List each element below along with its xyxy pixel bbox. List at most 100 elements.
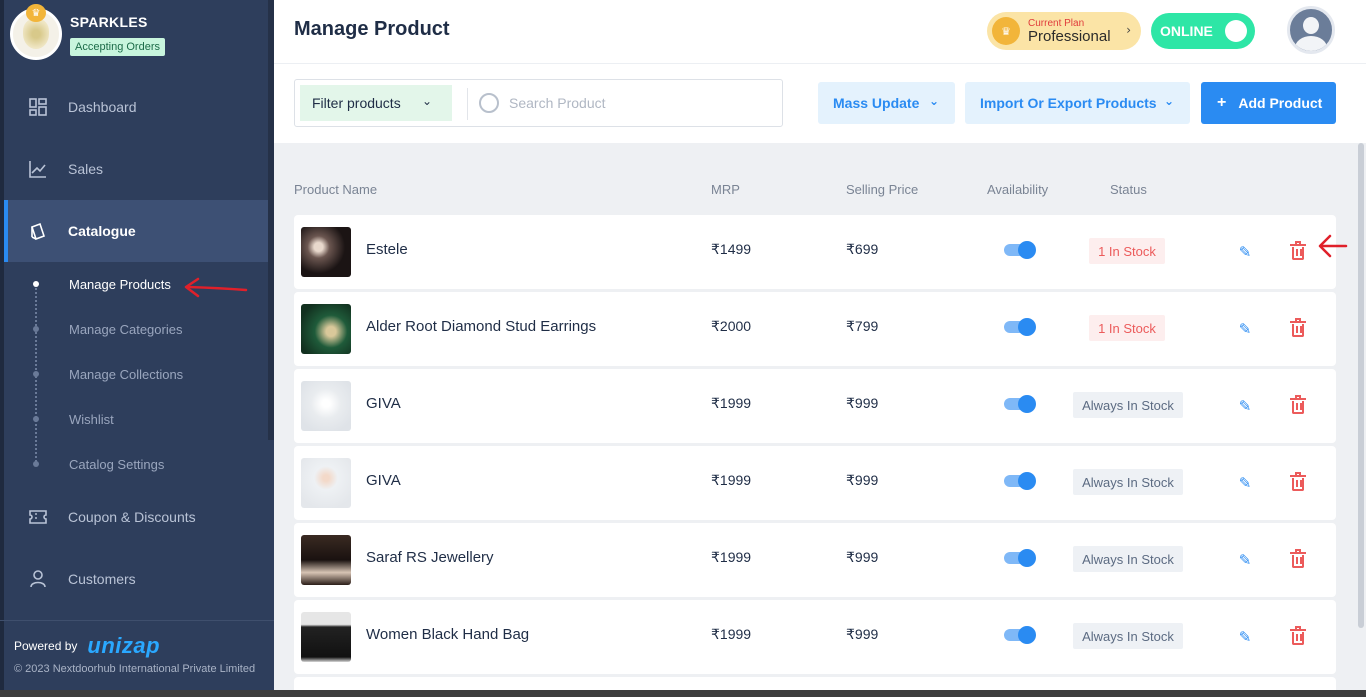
subnav-catalog-settings[interactable]: Catalog Settings — [69, 454, 164, 474]
subnav-wishlist[interactable]: Wishlist — [69, 409, 114, 429]
copyright-text: © 2023 Nextdoorhub International Private… — [14, 663, 256, 675]
chevron-down-icon: ⌄ — [928, 94, 939, 108]
table-row[interactable]: Saraf RS Jewellery ₹1999 ₹999 Always In … — [294, 523, 1336, 597]
trash-icon[interactable] — [1290, 549, 1306, 569]
subnav-dot — [33, 326, 39, 332]
product-thumbnail[interactable] — [301, 458, 351, 508]
subnav-dot — [33, 371, 39, 377]
sidebar-item-customers[interactable]: Customers — [4, 548, 268, 610]
table-row[interactable]: GIVA ₹1999 ₹999 Always In Stock ✎ — [294, 369, 1336, 443]
sidebar-item-dashboard[interactable]: Dashboard — [4, 76, 268, 138]
table-row[interactable]: GIVA ₹1999 ₹999 Always In Stock ✎ — [294, 446, 1336, 520]
product-thumbnail[interactable] — [301, 227, 351, 277]
import-export-button[interactable]: Import Or Export Products ⌄ — [965, 82, 1190, 124]
product-name[interactable]: Women Black Hand Bag — [366, 626, 529, 643]
edit-icon[interactable]: ✎ — [1235, 473, 1255, 493]
divider — [467, 88, 468, 120]
column-status: Status — [1110, 182, 1147, 197]
edit-icon[interactable]: ✎ — [1235, 319, 1255, 339]
product-thumbnail[interactable] — [301, 304, 351, 354]
powered-by-label: Powered by — [14, 639, 78, 653]
edit-icon[interactable]: ✎ — [1235, 242, 1255, 262]
product-thumbnail[interactable] — [301, 535, 351, 585]
mass-update-button[interactable]: Mass Update ⌄ — [818, 82, 955, 124]
import-export-label: Import Or Export Products — [980, 95, 1157, 111]
status-badge: 1 In Stock — [1089, 315, 1165, 341]
sidebar-item-coupons[interactable]: Coupon & Discounts — [4, 486, 268, 548]
sidebar: ♛ SPARKLES Accepting Orders Dashboard Sa… — [0, 0, 274, 697]
product-name[interactable]: Estele — [366, 241, 408, 258]
availability-toggle[interactable] — [1004, 395, 1036, 413]
avatar[interactable] — [1287, 6, 1335, 54]
product-mrp: ₹1999 — [711, 395, 752, 411]
table-row[interactable]: Alder Root Diamond Stud Earrings ₹2000 ₹… — [294, 292, 1336, 366]
mass-update-label: Mass Update — [833, 95, 920, 111]
edit-icon[interactable]: ✎ — [1235, 627, 1255, 647]
subnav-dot — [33, 461, 39, 467]
product-name[interactable]: Saraf RS Jewellery — [366, 549, 494, 566]
availability-toggle[interactable] — [1004, 472, 1036, 490]
product-name[interactable]: GIVA — [366, 472, 401, 489]
product-mrp: ₹1999 — [711, 472, 752, 488]
product-name[interactable]: Alder Root Diamond Stud Earrings — [366, 318, 596, 335]
status-badge: Always In Stock — [1073, 546, 1183, 572]
product-mrp: ₹1999 — [711, 626, 752, 642]
edit-icon[interactable]: ✎ — [1235, 550, 1255, 570]
table-row[interactable]: Women Black Hand Bag ₹1999 ₹999 Always I… — [294, 600, 1336, 674]
sidebar-item-label: Dashboard — [68, 99, 137, 115]
edit-icon[interactable]: ✎ — [1235, 396, 1255, 416]
add-product-button[interactable]: + Add Product — [1201, 82, 1336, 124]
product-selling-price: ₹999 — [846, 395, 879, 411]
scrollbar-thumb[interactable] — [1358, 143, 1364, 628]
sidebar-item-sales[interactable]: Sales — [4, 138, 268, 200]
catalogue-icon — [28, 221, 48, 241]
product-name[interactable]: GIVA — [366, 395, 401, 412]
trash-icon[interactable] — [1290, 395, 1306, 415]
column-product-name: Product Name — [294, 182, 378, 197]
subnav-manage-products[interactable]: Manage Products — [69, 274, 171, 294]
filter-label: Filter products — [312, 95, 401, 111]
avatar-head — [1303, 17, 1319, 34]
add-product-label: Add Product — [1238, 95, 1323, 111]
subnav-manage-categories[interactable]: Manage Categories — [69, 319, 182, 339]
chevron-down-icon: ⌄ — [1163, 94, 1174, 108]
availability-toggle[interactable] — [1004, 549, 1036, 567]
product-thumbnail[interactable] — [301, 381, 351, 431]
plus-icon: + — [1217, 94, 1227, 111]
status-badge: Always In Stock — [1073, 623, 1183, 649]
current-plan-button[interactable]: ♛ Current Plan Professional › — [987, 12, 1141, 50]
availability-toggle[interactable] — [1004, 318, 1036, 336]
availability-toggle[interactable] — [1004, 626, 1036, 644]
toggle-knob — [1018, 472, 1036, 490]
product-selling-price: ₹799 — [846, 318, 879, 334]
sidebar-item-label: Sales — [68, 161, 104, 177]
search-bar: Filter products ⌄ — [294, 79, 783, 127]
sidebar-item-label: Coupon & Discounts — [68, 509, 196, 525]
filter-products-dropdown[interactable]: Filter products ⌄ — [300, 85, 452, 121]
trash-icon[interactable] — [1290, 472, 1306, 492]
sidebar-item-catalogue[interactable]: Catalogue — [4, 200, 268, 262]
toggle-knob — [1225, 20, 1247, 42]
trash-icon[interactable] — [1290, 626, 1306, 646]
availability-toggle[interactable] — [1004, 241, 1036, 259]
main-scrollbar[interactable] — [1356, 143, 1366, 697]
product-selling-price: ₹999 — [846, 472, 879, 488]
brand[interactable]: ♛ SPARKLES Accepting Orders — [10, 4, 165, 60]
product-mrp: ₹1999 — [711, 549, 752, 565]
trash-icon[interactable] — [1290, 241, 1306, 261]
shop-name: SPARKLES — [70, 14, 148, 30]
product-selling-price: ₹999 — [846, 626, 879, 642]
dashboard-icon — [28, 97, 48, 117]
search-icon — [479, 93, 499, 113]
plan-name: Professional — [1028, 27, 1111, 45]
search-input[interactable] — [509, 92, 769, 114]
page-title: Manage Product — [294, 18, 450, 40]
trash-icon[interactable] — [1290, 318, 1306, 338]
subnav-manage-collections[interactable]: Manage Collections — [69, 364, 183, 384]
unizap-logo: unizap — [87, 633, 161, 658]
online-toggle[interactable]: ONLINE — [1151, 13, 1255, 49]
chevron-right-icon: › — [1126, 23, 1131, 37]
toolbar: Filter products ⌄ Mass Update ⌄ Import O… — [274, 64, 1366, 143]
table-row[interactable]: Estele ₹1499 ₹699 1 In Stock ✎ — [294, 215, 1336, 289]
product-thumbnail[interactable] — [301, 612, 351, 662]
